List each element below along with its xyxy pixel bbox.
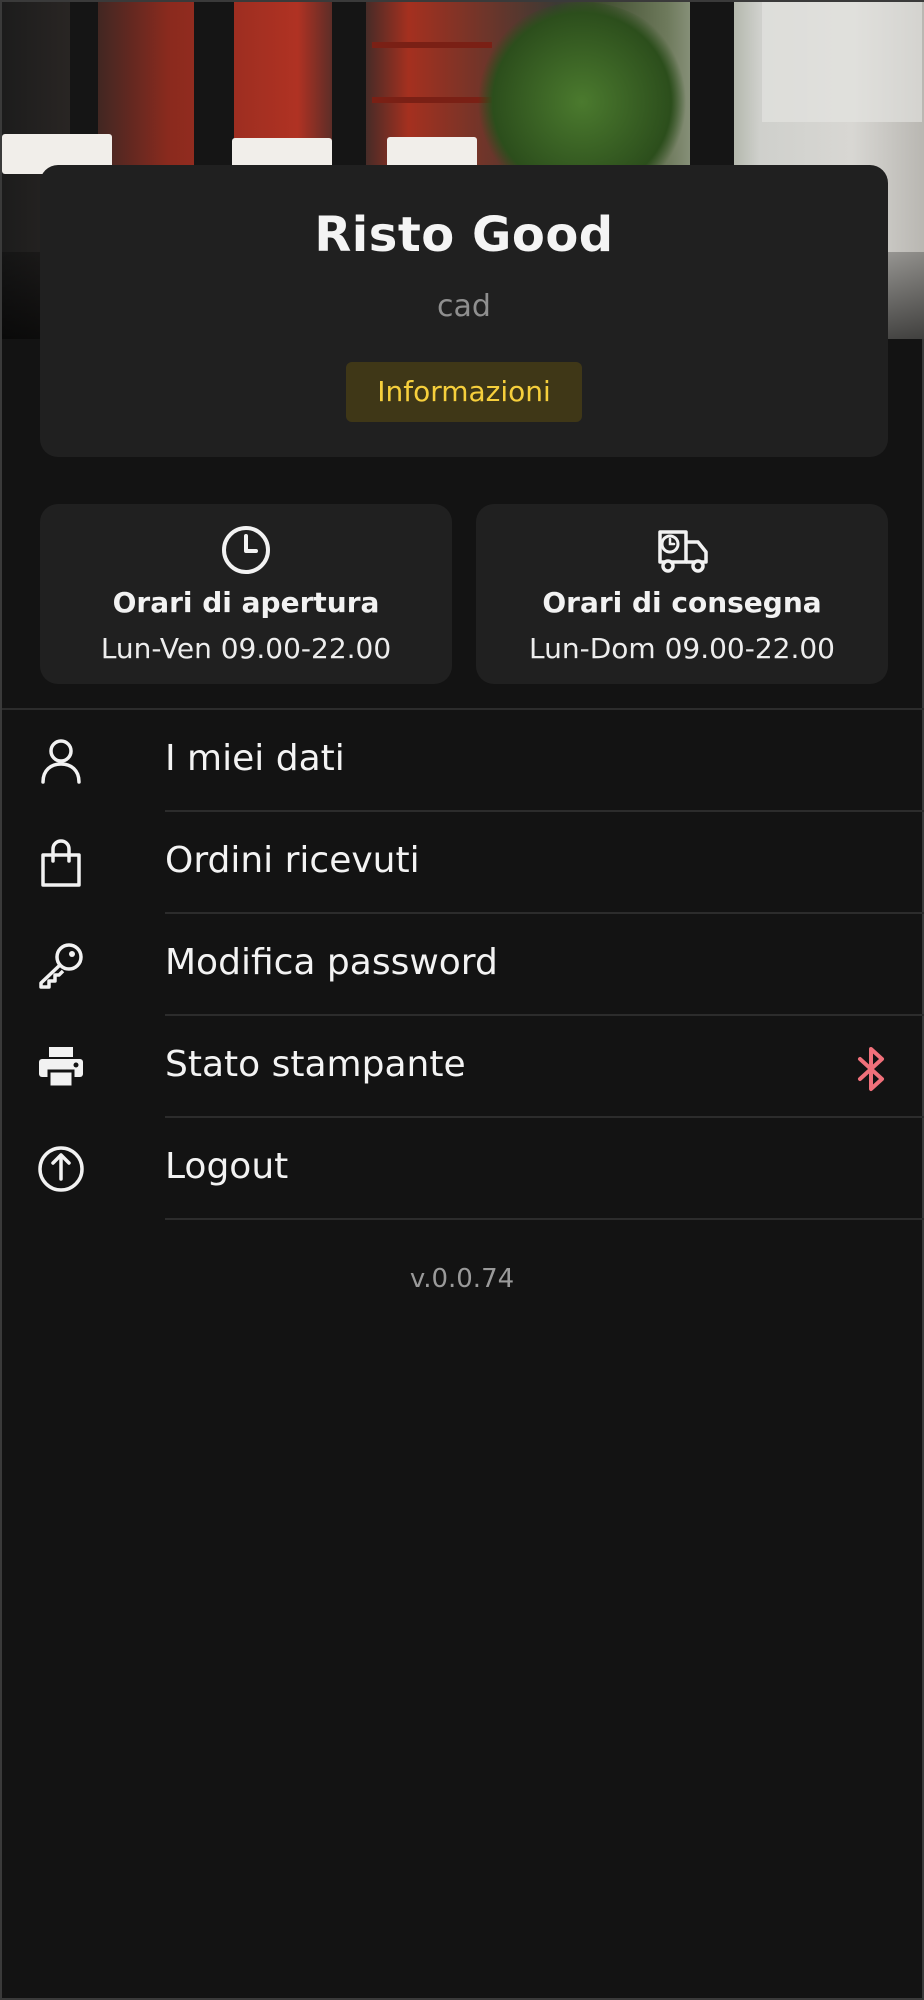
printer-icon <box>36 1042 86 1092</box>
bluetooth-icon <box>852 1044 892 1094</box>
opening-hours-card: Orari di apertura Lun-Ven 09.00-22.00 <box>40 504 452 684</box>
restaurant-subtitle: cad <box>437 289 491 324</box>
key-icon <box>36 940 86 990</box>
power-icon <box>36 1144 86 1194</box>
menu-item-label: I miei dati <box>165 738 345 779</box>
restaurant-info-card: Risto Good cad Informazioni <box>40 165 888 457</box>
menu-item-orders[interactable]: Ordini ricevuti <box>2 812 924 914</box>
informazioni-button[interactable]: Informazioni <box>346 362 582 422</box>
shopping-bag-icon <box>36 838 86 888</box>
menu-item-my-data[interactable]: I miei dati <box>2 710 924 812</box>
delivery-hours-card: Orari di consegna Lun-Dom 09.00-22.00 <box>476 504 888 684</box>
menu-item-label: Logout <box>165 1146 289 1187</box>
menu-item-printer-status[interactable]: Stato stampante <box>2 1016 924 1118</box>
opening-hours-value: Lun-Ven 09.00-22.00 <box>100 632 392 665</box>
delivery-hours-label: Orari di consegna <box>542 586 822 619</box>
opening-hours-label: Orari di apertura <box>112 586 380 619</box>
restaurant-name: Risto Good <box>314 207 614 263</box>
app-version: v.0.0.74 <box>409 1264 515 1294</box>
delivery-truck-clock-icon <box>476 522 888 578</box>
menu-item-change-password[interactable]: Modifica password <box>2 914 924 1016</box>
menu-item-label: Modifica password <box>165 942 498 983</box>
user-icon <box>36 736 86 786</box>
delivery-hours-value: Lun-Dom 09.00-22.00 <box>529 632 835 665</box>
clock-icon <box>40 522 452 578</box>
menu-separator <box>165 1218 924 1220</box>
menu-item-logout[interactable]: Logout <box>2 1118 924 1220</box>
menu-item-label: Ordini ricevuti <box>165 840 420 881</box>
menu-item-label: Stato stampante <box>165 1044 466 1085</box>
